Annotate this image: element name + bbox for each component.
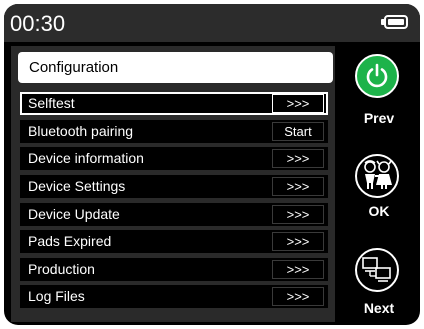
menu-title: Configuration	[18, 52, 333, 83]
battery-icon	[384, 15, 408, 29]
children-icon	[355, 154, 399, 198]
menu-row-pads-expired[interactable]: Pads Expired >>>	[20, 230, 328, 253]
clock: 00:30	[10, 11, 66, 36]
menu-row-device-update[interactable]: Device Update >>>	[20, 203, 328, 226]
menu-row-log-files[interactable]: Log Files >>>	[20, 285, 328, 308]
row-action-button[interactable]: >>>	[272, 287, 324, 306]
ok-button[interactable]: OK	[343, 148, 415, 238]
row-action-button[interactable]: >>>	[272, 232, 324, 251]
row-action-button[interactable]: Start	[272, 122, 324, 141]
row-label: Selftest	[28, 95, 75, 111]
menu-row-production[interactable]: Production >>>	[20, 258, 328, 281]
computers-glyph	[362, 257, 391, 282]
prev-label: Prev	[363, 110, 395, 126]
menu-row-device-settings[interactable]: Device Settings >>>	[20, 175, 328, 198]
row-label: Device Settings	[28, 178, 126, 194]
row-label: Pads Expired	[28, 233, 112, 249]
row-action-button[interactable]: >>>	[272, 205, 324, 224]
battery-fill	[388, 19, 404, 25]
row-label: Log Files	[28, 288, 85, 304]
row-action-button[interactable]: >>>	[272, 94, 324, 113]
row-action-button[interactable]: >>>	[272, 177, 324, 196]
row-label: Bluetooth pairing	[28, 123, 134, 139]
status-bar: 00:30	[4, 4, 420, 42]
row-label: Device information	[28, 150, 144, 166]
power-icon	[355, 54, 399, 98]
device-screen: 00:30 Configuration Selftest >>> Bluetoo…	[4, 4, 420, 325]
next-button[interactable]: Next	[343, 244, 415, 325]
prev-button[interactable]: Prev	[343, 46, 415, 136]
row-label: Device Update	[28, 206, 120, 222]
menu-row-device-information[interactable]: Device information >>>	[20, 147, 328, 170]
children-glyph	[364, 160, 392, 189]
row-action-button[interactable]: >>>	[272, 260, 324, 279]
power-glyph	[366, 63, 388, 88]
ok-label: OK	[368, 203, 390, 219]
next-label: Next	[363, 300, 395, 316]
side-button-panel: Prev OK Next	[343, 46, 415, 324]
row-action-button[interactable]: >>>	[272, 149, 324, 168]
computers-icon	[355, 248, 399, 292]
row-label: Production	[28, 261, 95, 277]
menu-row-bluetooth-pairing[interactable]: Bluetooth pairing Start	[20, 120, 328, 143]
menu-panel: Configuration Selftest >>> Bluetooth pai…	[11, 46, 335, 322]
menu-row-selftest[interactable]: Selftest >>>	[20, 92, 328, 115]
